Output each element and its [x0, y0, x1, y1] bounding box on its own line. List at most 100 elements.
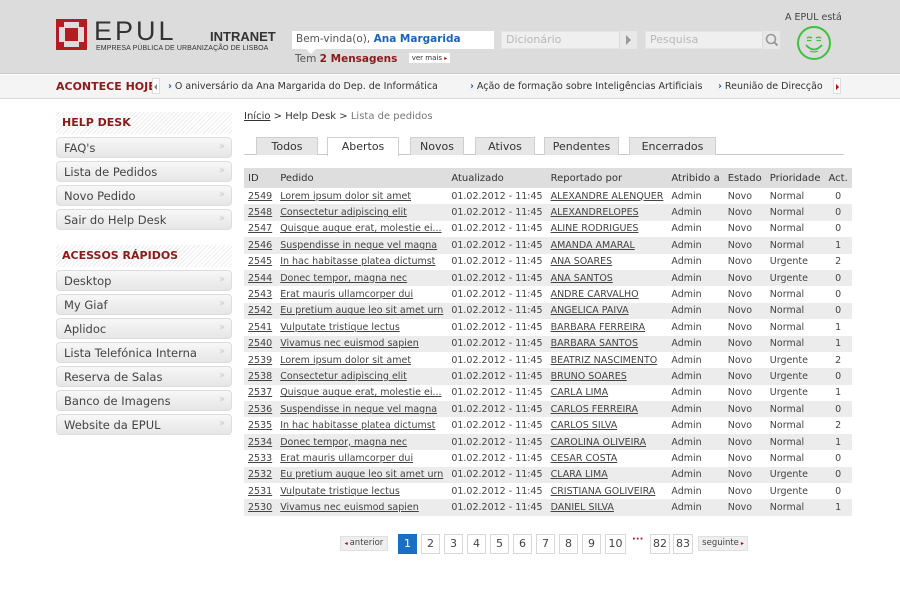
ticker-item[interactable]: › Reunião de Direcção: [718, 81, 823, 92]
request-id-link[interactable]: 2537: [248, 387, 272, 398]
request-title-link[interactable]: Lorem ipsum dolor sit amet: [280, 191, 411, 202]
reporter-link[interactable]: ALEXANDRELOPES: [551, 207, 639, 218]
search-button[interactable]: [762, 31, 780, 49]
request-title-link[interactable]: In hac habitasse platea dictumst: [280, 256, 435, 267]
page-button[interactable]: 10: [605, 534, 626, 554]
table-row[interactable]: 2546 Suspendisse in neque vel magna 01.02.…: [244, 237, 852, 254]
table-row[interactable]: 2543 Erat mauris ullamcorper dui 01.02.201…: [244, 286, 852, 303]
request-id-link[interactable]: 2531: [248, 486, 272, 497]
breadcrumb-home[interactable]: Início: [244, 111, 270, 122]
request-id-link[interactable]: 2543: [248, 289, 272, 300]
page-button[interactable]: 7: [536, 534, 555, 554]
sidebar-item[interactable]: FAQ's ››: [56, 137, 232, 158]
request-id-link[interactable]: 2545: [248, 256, 272, 267]
request-title-link[interactable]: Consectetur adipiscing elit: [280, 371, 407, 382]
reporter-link[interactable]: ANA SANTOS: [551, 273, 613, 284]
request-title-link[interactable]: Eu pretium augue leo sit amet urn: [280, 469, 443, 480]
request-title-link[interactable]: Eu pretium augue leo sit amet urn: [280, 305, 443, 316]
prev-page-button[interactable]: ◂ anterior: [340, 536, 388, 551]
request-id-link[interactable]: 2536: [248, 404, 272, 415]
request-id-link[interactable]: 2541: [248, 322, 272, 333]
reporter-link[interactable]: ALEXANDRE ALENQUER: [551, 191, 664, 202]
table-row[interactable]: 2537 Quisque augue erat, molestie ei... 01…: [244, 384, 852, 402]
request-title-link[interactable]: Donec tempor, magna nec: [280, 437, 407, 448]
request-id-link[interactable]: 2532: [248, 469, 272, 480]
request-id-link[interactable]: 2540: [248, 338, 272, 349]
column-header[interactable]: Atualizado: [447, 168, 547, 188]
request-id-link[interactable]: 2538: [248, 371, 272, 382]
request-title-link[interactable]: Lorem ipsum dolor sit amet: [280, 355, 411, 366]
reporter-link[interactable]: BRUNO SOARES: [551, 371, 627, 382]
sidebar-item[interactable]: My Giaf ››: [56, 294, 232, 315]
reporter-link[interactable]: BEATRIZ NASCIMENTO: [551, 355, 658, 366]
ticker-prev-button[interactable]: [152, 78, 160, 94]
page-button[interactable]: 8: [559, 534, 578, 554]
table-row[interactable]: 2534 Donec tempor, magna nec 01.02.2012 - …: [244, 433, 852, 451]
column-header[interactable]: Estado: [723, 168, 766, 188]
ver-mais-button[interactable]: ver mais ▸: [408, 53, 451, 63]
reporter-link[interactable]: CESAR COSTA: [551, 453, 618, 464]
reporter-link[interactable]: BARBARA SANTOS: [551, 338, 639, 349]
reporter-link[interactable]: CARLOS SILVA: [551, 420, 618, 431]
page-button[interactable]: 5: [490, 534, 509, 554]
request-title-link[interactable]: Quisque augue erat, molestie ei...: [280, 387, 441, 398]
tab-ativos[interactable]: Ativos: [475, 137, 535, 155]
reporter-link[interactable]: CRISTIANA GOLIVEIRA: [551, 486, 656, 497]
page-button[interactable]: 83: [673, 534, 693, 554]
request-title-link[interactable]: Vivamus nec euismod sapien: [280, 502, 419, 513]
column-header[interactable]: Reportado por: [546, 168, 668, 188]
tab-abertos[interactable]: Abertos: [327, 137, 399, 156]
sidebar-item[interactable]: Novo Pedido ››: [56, 185, 232, 206]
sidebar-item[interactable]: Aplidoc ››: [56, 318, 232, 339]
request-id-link[interactable]: 2548: [248, 207, 272, 218]
request-title-link[interactable]: Vulputate tristique lectus: [280, 486, 400, 497]
request-id-link[interactable]: 2539: [248, 355, 272, 366]
ticker-next-button[interactable]: [833, 78, 841, 94]
request-id-link[interactable]: 2547: [248, 223, 272, 234]
column-header[interactable]: Atribido a: [667, 168, 724, 188]
table-row[interactable]: 2542 Eu pretium augue leo sit amet urn 01.…: [244, 302, 852, 320]
reporter-link[interactable]: ANA SOARES: [551, 256, 613, 267]
request-id-link[interactable]: 2535: [248, 420, 272, 431]
reporter-link[interactable]: CARLA LIMA: [551, 387, 609, 398]
request-id-link[interactable]: 2530: [248, 502, 272, 513]
page-button[interactable]: 1: [398, 534, 417, 554]
request-id-link[interactable]: 2533: [248, 453, 272, 464]
sidebar-item[interactable]: Lista Telefónica Interna ››: [56, 342, 232, 363]
request-title-link[interactable]: Donec tempor, magna nec: [280, 273, 407, 284]
request-title-link[interactable]: Erat mauris ullamcorper dui: [280, 453, 413, 464]
sidebar-item[interactable]: Lista de Pedidos ››: [56, 161, 232, 182]
ticker-item[interactable]: › O aniversário da Ana Margarida do Dep. …: [168, 81, 438, 92]
column-header[interactable]: ID: [244, 168, 277, 188]
reporter-link[interactable]: ANDRE CARVALHO: [551, 289, 639, 300]
table-row[interactable]: 2540 Vivamus nec euismod sapien 01.02.2012…: [244, 335, 852, 352]
page-button[interactable]: 6: [513, 534, 532, 554]
table-row[interactable]: 2532 Eu pretium augue leo sit amet urn 01.…: [244, 466, 852, 484]
column-header[interactable]: Prioridade: [765, 168, 825, 188]
reporter-link[interactable]: ALINE RODRIGUES: [551, 223, 639, 234]
messages-count[interactable]: 2 Mensagens: [320, 53, 398, 65]
request-title-link[interactable]: Quisque augue erat, molestie ei...: [280, 223, 441, 234]
request-title-link[interactable]: In hac habitasse platea dictumst: [280, 420, 435, 431]
table-row[interactable]: 2544 Donec tempor, magna nec 01.02.2012 - …: [244, 269, 852, 287]
request-title-link[interactable]: Suspendisse in neque vel magna: [280, 240, 437, 251]
table-row[interactable]: 2530 Vivamus nec euismod sapien 01.02.2012…: [244, 499, 852, 516]
request-title-link[interactable]: Vivamus nec euismod sapien: [280, 338, 419, 349]
reporter-link[interactable]: AMANDA AMARAL: [551, 240, 635, 251]
table-row[interactable]: 2535 In hac habitasse platea dictumst 01.0…: [244, 417, 852, 434]
column-header[interactable]: Pedido: [276, 168, 448, 188]
table-row[interactable]: 2531 Vulputate tristique lectus 01.02.2012…: [244, 483, 852, 500]
table-row[interactable]: 2538 Consectetur adipiscing elit 01.02.201…: [244, 368, 852, 385]
tab-novos[interactable]: Novos: [410, 137, 464, 155]
request-title-link[interactable]: Suspendisse in neque vel magna: [280, 404, 437, 415]
request-id-link[interactable]: 2544: [248, 273, 272, 284]
request-title-link[interactable]: Consectetur adipiscing elit: [280, 207, 407, 218]
breadcrumb-help-desk[interactable]: Help Desk: [285, 111, 336, 122]
page-button[interactable]: 82: [650, 534, 670, 554]
reporter-link[interactable]: CARLOS FERREIRA: [551, 404, 638, 415]
page-button[interactable]: 9: [582, 534, 601, 554]
reporter-link[interactable]: ANGELICA PAIVA: [551, 305, 629, 316]
page-button[interactable]: 3: [444, 534, 463, 554]
sidebar-item[interactable]: Sair do Help Desk ››: [56, 209, 232, 230]
sidebar-item[interactable]: Banco de Imagens ››: [56, 390, 232, 411]
